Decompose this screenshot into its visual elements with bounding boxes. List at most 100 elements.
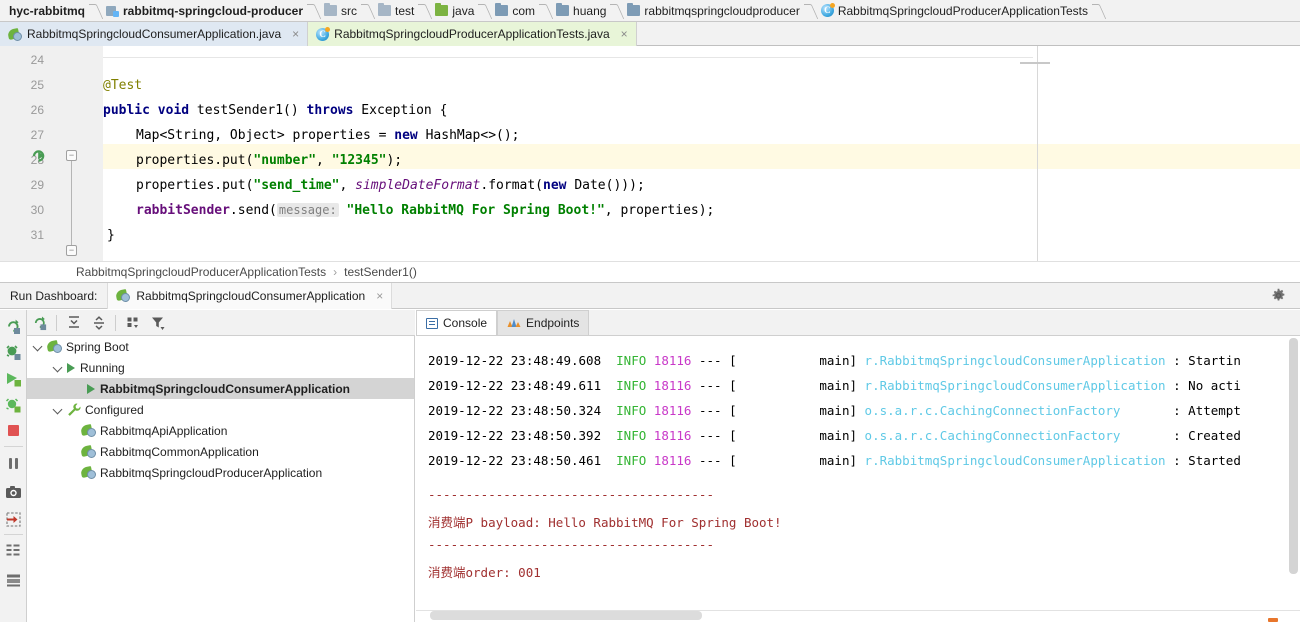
code-line-31: } bbox=[107, 228, 115, 243]
line-number: 31 bbox=[30, 228, 44, 242]
toolbar-divider bbox=[56, 314, 57, 331]
debug-icon[interactable] bbox=[5, 396, 22, 413]
tab-endpoints[interactable]: Endpoints bbox=[497, 310, 590, 335]
export-icon[interactable] bbox=[5, 511, 22, 528]
close-icon[interactable]: × bbox=[621, 28, 628, 40]
log-dash: --- bbox=[698, 378, 722, 393]
intellij-window: hyc-rabbitmq rabbitmq-springcloud-produc… bbox=[0, 0, 1300, 622]
run-toolbar-vertical bbox=[0, 310, 27, 622]
log-colon: : bbox=[1173, 403, 1181, 418]
log-message: Created bbox=[1188, 428, 1241, 443]
run-dashboard-tree[interactable]: Spring Boot Running RabbitmqSpringcloudC… bbox=[27, 336, 415, 622]
breadcrumb-label: java bbox=[452, 3, 475, 18]
console-horizontal-scrollbar-track[interactable] bbox=[416, 610, 1300, 622]
line-number: 25 bbox=[30, 78, 44, 92]
breadcrumb-item-package[interactable]: rabbitmqspringcloudproducer bbox=[622, 0, 806, 21]
chevron-down-icon[interactable] bbox=[33, 341, 44, 352]
breadcrumb-label: hyc-rabbitmq bbox=[9, 3, 86, 18]
folder-icon bbox=[378, 3, 392, 16]
fold-collapse-icon[interactable]: − bbox=[66, 150, 77, 161]
log-logger: r.RabbitmqSpringcloudConsumerApplication bbox=[864, 353, 1166, 368]
expand-all-button[interactable] bbox=[61, 310, 86, 336]
filter-button[interactable] bbox=[145, 310, 170, 336]
breadcrumb-label: src bbox=[341, 3, 358, 18]
console-horizontal-scrollbar-thumb[interactable] bbox=[430, 611, 702, 620]
tree-item-spring-boot[interactable]: Spring Boot bbox=[27, 336, 414, 357]
breadcrumb-item-java[interactable]: java bbox=[430, 0, 481, 21]
breadcrumb-separator bbox=[364, 0, 373, 21]
package-icon bbox=[627, 3, 641, 16]
soft-wrap-icon[interactable] bbox=[5, 542, 22, 559]
rerun-icon[interactable] bbox=[5, 318, 22, 335]
tree-item-consumer-application[interactable]: RabbitmqSpringcloudConsumerApplication bbox=[27, 378, 414, 399]
console-separator-row: -------------------------------------- bbox=[428, 537, 714, 552]
tab-label: Endpoints bbox=[526, 316, 580, 330]
tree-item-configured[interactable]: Configured bbox=[27, 399, 414, 420]
chevron-down-icon[interactable] bbox=[53, 404, 64, 415]
tree-item-label: RabbitmqApiApplication bbox=[100, 423, 228, 438]
filter-icon bbox=[151, 317, 164, 330]
tab-console[interactable]: Console bbox=[416, 310, 498, 335]
code-line-28: properties.put("number", "12345"); bbox=[136, 153, 403, 168]
run-icon[interactable] bbox=[5, 370, 22, 387]
console-vertical-scrollbar[interactable] bbox=[1289, 338, 1298, 574]
stop-icon[interactable] bbox=[5, 422, 22, 439]
line-number: 27 bbox=[30, 128, 44, 142]
group-by-button[interactable] bbox=[120, 310, 145, 336]
log-level: INFO bbox=[616, 378, 647, 393]
spring-boot-icon bbox=[81, 445, 96, 458]
breadcrumb-item-class[interactable]: C RabbitmqSpringcloudProducerApplication… bbox=[816, 0, 1095, 21]
breadcrumb-class-name[interactable]: RabbitmqSpringcloudProducerApplicationTe… bbox=[76, 265, 326, 279]
breadcrumb-label: rabbitmqspringcloudproducer bbox=[644, 3, 800, 18]
breadcrumb-item-test[interactable]: test bbox=[373, 0, 421, 21]
close-icon[interactable]: × bbox=[376, 289, 383, 303]
breadcrumb-separator bbox=[1095, 0, 1104, 21]
close-icon[interactable]: × bbox=[292, 28, 299, 40]
run-dashboard-tab-consumer-application[interactable]: RabbitmqSpringcloudConsumerApplication × bbox=[107, 282, 393, 309]
line-number: 24 bbox=[30, 53, 44, 67]
fold-collapse-icon[interactable]: − bbox=[66, 245, 77, 256]
breadcrumb-separator-icon: › bbox=[333, 265, 338, 279]
log-thread: [ main] bbox=[729, 378, 858, 393]
log-level: INFO bbox=[616, 453, 647, 468]
tree-item-rabbitmq-producer-application[interactable]: RabbitmqSpringcloudProducerApplication bbox=[27, 462, 414, 483]
breadcrumb-item-com[interactable]: com bbox=[490, 0, 542, 21]
tree-item-running[interactable]: Running bbox=[27, 357, 414, 378]
collapse-all-button[interactable] bbox=[86, 310, 111, 336]
breadcrumb-navigation-bar: hyc-rabbitmq rabbitmq-springcloud-produc… bbox=[0, 0, 1300, 22]
folder-icon bbox=[324, 3, 338, 16]
wrench-icon bbox=[68, 403, 81, 416]
log-message: No acti bbox=[1188, 378, 1241, 393]
gear-icon[interactable] bbox=[1271, 288, 1286, 303]
spring-boot-icon bbox=[81, 466, 96, 479]
breadcrumb-item-src[interactable]: src bbox=[319, 0, 364, 21]
rerun-button[interactable] bbox=[27, 310, 52, 336]
debug-rerun-icon[interactable] bbox=[5, 344, 22, 361]
editor-tab-consumer-application[interactable]: RabbitmqSpringcloudConsumerApplication.j… bbox=[0, 22, 309, 46]
log-timestamp: 2019-12-22 23:48:49.608 bbox=[428, 353, 602, 368]
camera-icon[interactable] bbox=[5, 484, 22, 501]
breadcrumb-method-name[interactable]: testSender1() bbox=[344, 265, 417, 279]
code-line-25: @Test bbox=[103, 78, 143, 93]
java-class-icon: C bbox=[820, 3, 835, 17]
run-test-gutter-icon[interactable] bbox=[30, 147, 47, 164]
breadcrumb-item-project[interactable]: hyc-rabbitmq bbox=[0, 0, 92, 21]
code-line-26: public void testSender1() throws Excepti… bbox=[103, 103, 448, 118]
editor-tab-producer-application-tests[interactable]: C RabbitmqSpringcloudProducerApplication… bbox=[308, 22, 637, 46]
breadcrumb-item-module[interactable]: rabbitmq-springcloud-producer bbox=[101, 0, 310, 21]
pause-icon[interactable] bbox=[5, 455, 22, 472]
toolbar-divider bbox=[4, 446, 23, 447]
chevron-down-icon[interactable] bbox=[53, 362, 64, 373]
tree-item-rabbitmq-common-application[interactable]: RabbitmqCommonApplication bbox=[27, 441, 414, 462]
play-icon bbox=[87, 383, 95, 394]
print-icon[interactable] bbox=[5, 572, 22, 589]
inlay-hint-message: message: bbox=[276, 203, 339, 217]
package-icon bbox=[495, 3, 509, 16]
console-output-panel[interactable]: 2019-12-22 23:48:49.608 INFO 18116 --- [… bbox=[416, 336, 1300, 622]
code-editor[interactable]: 24 25 26 27 28 29 30 31 − − @Test public… bbox=[0, 46, 1300, 261]
code-line-30: rabbitSender.send(message: "Hello Rabbit… bbox=[136, 203, 715, 218]
breadcrumb-item-huang[interactable]: huang bbox=[551, 0, 613, 21]
tree-item-rabbitmq-api-application[interactable]: RabbitmqApiApplication bbox=[27, 420, 414, 441]
breadcrumb-label: huang bbox=[573, 3, 607, 18]
console-icon bbox=[426, 317, 438, 329]
